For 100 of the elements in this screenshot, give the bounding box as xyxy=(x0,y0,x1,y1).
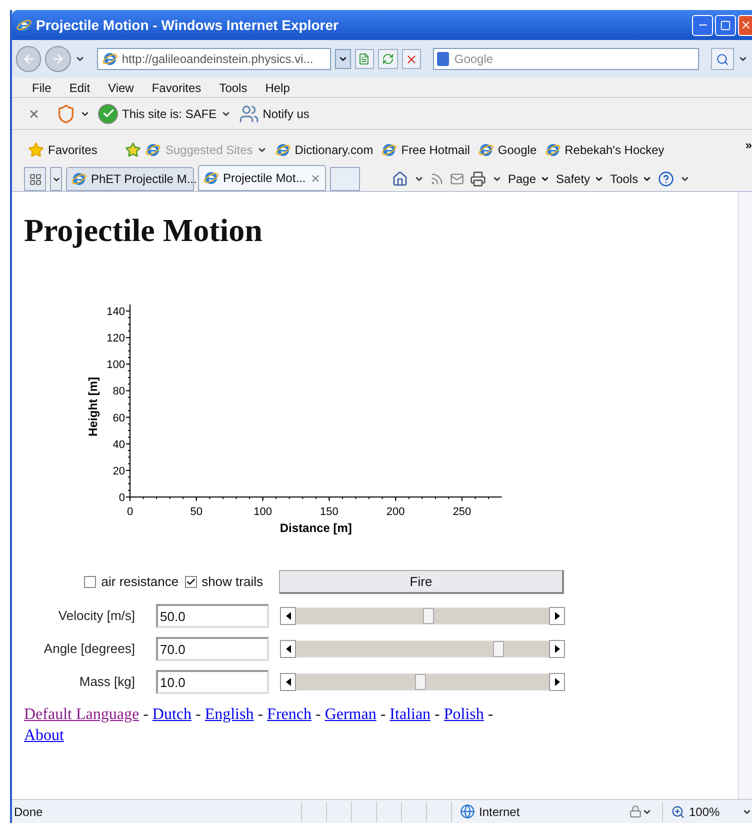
menu-item[interactable]: Edit xyxy=(69,78,90,96)
parameter-input[interactable]: 70.0 xyxy=(156,637,269,661)
caret-icon[interactable] xyxy=(74,54,85,64)
window-title: Projectile Motion - Windows Internet Explorer xyxy=(36,16,338,35)
y-tick-label: 20 xyxy=(112,465,125,478)
slider-thumb[interactable] xyxy=(493,641,504,657)
site-status-text[interactable]: This site is: SAFE xyxy=(122,104,217,122)
feed-icon[interactable] xyxy=(430,172,444,186)
bookmark-link[interactable]: Rebekah's Hockey xyxy=(564,141,664,159)
back-icon xyxy=(22,52,36,66)
browser-tab[interactable]: PhET Projectile M... xyxy=(66,167,194,191)
menu-item[interactable]: Help xyxy=(265,78,290,96)
language-link[interactable]: Dutch xyxy=(152,706,192,723)
chevron-icon[interactable]: » xyxy=(745,136,752,154)
scroll-left-button[interactable] xyxy=(280,673,296,691)
bookmark-link[interactable]: Free Hotmail xyxy=(401,141,470,159)
fire-button[interactable]: Fire xyxy=(279,570,564,594)
close-tab-icon[interactable] xyxy=(310,172,321,184)
parameter-label: Angle [degrees] xyxy=(42,640,135,658)
check-icon xyxy=(98,104,118,124)
language-link[interactable]: Italian xyxy=(390,706,431,723)
parameter-input[interactable]: 10.0 xyxy=(156,670,269,694)
x-tick-label: 150 xyxy=(320,506,338,518)
y-tick-label: 60 xyxy=(112,412,125,424)
caret-icon[interactable] xyxy=(256,145,267,155)
language-link[interactable]: English xyxy=(204,706,254,723)
print-icon[interactable] xyxy=(470,171,486,187)
address-field[interactable]: http://galileoandeinstein.physics.vi... xyxy=(96,48,332,70)
menu-item[interactable]: Favorites xyxy=(152,78,202,96)
refresh-button[interactable] xyxy=(378,49,398,69)
checkbox[interactable] xyxy=(184,576,197,588)
scroll-left-button[interactable] xyxy=(280,640,296,658)
quick-tabs-button[interactable] xyxy=(24,167,46,191)
language-link[interactable]: German xyxy=(324,706,376,723)
caret-icon[interactable] xyxy=(680,174,690,184)
search-provider-icon xyxy=(437,52,450,66)
checkbox[interactable] xyxy=(84,576,96,588)
command-menu[interactable]: Tools xyxy=(610,170,652,188)
favorites-button[interactable]: Favorites xyxy=(48,141,98,159)
command-menu[interactable]: Safety xyxy=(556,170,604,188)
command-menu[interactable]: Page xyxy=(508,170,550,188)
scroll-right-button[interactable] xyxy=(549,640,565,658)
caret-icon xyxy=(540,174,550,184)
scroll-right-button[interactable] xyxy=(549,607,565,625)
bookmark-icon xyxy=(381,142,398,158)
scroll-left-button[interactable] xyxy=(280,607,296,625)
stop-icon xyxy=(405,52,418,66)
caret-icon xyxy=(642,174,652,184)
page-icon xyxy=(102,51,118,67)
link-separator: - xyxy=(434,706,440,723)
link-separator: - xyxy=(488,706,494,723)
parameter-input[interactable]: 50.0 xyxy=(156,604,269,628)
back-button[interactable] xyxy=(16,46,42,72)
zoom-icon[interactable] xyxy=(671,804,685,818)
caret-icon[interactable] xyxy=(738,54,748,64)
search-button[interactable] xyxy=(710,48,734,70)
search-field[interactable]: Google xyxy=(433,48,699,70)
slider-thumb[interactable] xyxy=(414,674,426,690)
minimize-button[interactable] xyxy=(692,14,713,36)
close-button[interactable] xyxy=(738,14,752,36)
left-arrow-icon xyxy=(286,645,290,653)
caret-icon xyxy=(594,174,604,184)
x-tick-label: 50 xyxy=(190,506,203,518)
caret-icon xyxy=(338,54,348,64)
language-link[interactable]: Default Language xyxy=(24,706,140,723)
right-arrow-icon xyxy=(554,612,560,620)
language-link[interactable]: French xyxy=(267,706,312,723)
bookmark-link[interactable]: Google xyxy=(498,141,537,159)
globe-icon xyxy=(460,804,475,819)
slider-thumb[interactable] xyxy=(422,608,434,624)
caret-icon[interactable] xyxy=(492,174,502,184)
menu-item[interactable]: View xyxy=(108,78,134,96)
language-link[interactable]: About xyxy=(24,727,64,744)
address-dropdown-button[interactable] xyxy=(335,49,351,69)
caret-icon[interactable] xyxy=(414,174,424,184)
help-icon[interactable] xyxy=(658,171,674,187)
link-separator: - xyxy=(196,706,201,723)
vertical-scrollbar[interactable] xyxy=(738,192,752,799)
language-link[interactable]: Polish xyxy=(444,706,484,723)
scroll-right-button[interactable] xyxy=(549,673,565,691)
browser-tab[interactable]: Projectile Mot... xyxy=(198,165,326,191)
notify-text[interactable]: Notify us xyxy=(262,104,310,122)
x-tick-label: 100 xyxy=(254,506,272,518)
x-axis-title: Distance [m] xyxy=(280,521,352,535)
search-icon xyxy=(716,52,729,66)
mail-icon[interactable] xyxy=(450,172,464,186)
zoom-level[interactable]: 100% xyxy=(689,802,720,820)
x-tick-label: 0 xyxy=(126,506,134,518)
star-icon xyxy=(28,142,44,158)
add-favorite-icon[interactable] xyxy=(125,142,142,158)
checkbox-label: show trails xyxy=(202,573,263,592)
maximize-button[interactable] xyxy=(715,14,736,36)
maximize-icon xyxy=(720,20,731,30)
menu-item[interactable]: File xyxy=(32,78,52,96)
close-icon[interactable] xyxy=(28,108,40,120)
tab-list-button[interactable] xyxy=(50,167,62,191)
stop-button[interactable] xyxy=(402,49,422,69)
bookmark-link[interactable]: Dictionary.com xyxy=(294,141,374,159)
menu-item[interactable]: Tools xyxy=(219,78,248,96)
home-icon[interactable] xyxy=(392,171,408,187)
